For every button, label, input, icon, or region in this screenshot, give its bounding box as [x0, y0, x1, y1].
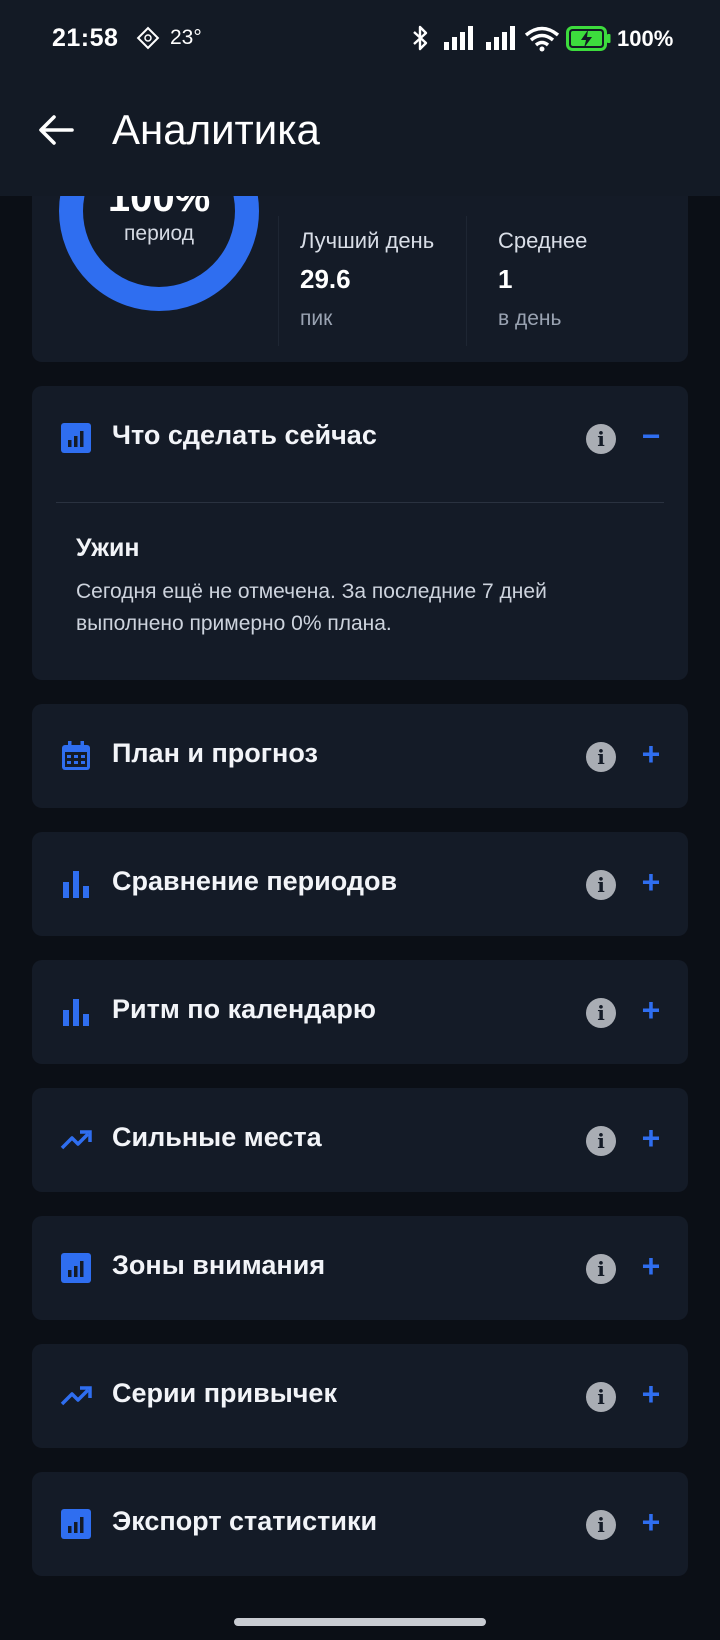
expand-button[interactable]: +	[636, 1502, 666, 1542]
expand-button[interactable]: +	[636, 1374, 666, 1414]
info-icon[interactable]: i	[586, 1382, 616, 1412]
section-title: Серии привычек	[112, 1378, 337, 1408]
trending-up-icon	[60, 1380, 92, 1412]
info-icon[interactable]: i	[586, 870, 616, 900]
section-header[interactable]: Что сделать сейчас i −	[32, 386, 688, 490]
section-card[interactable]: Сравнение периодов i +	[32, 832, 688, 936]
page-title: Аналитика	[112, 106, 320, 153]
battery-icon	[566, 26, 611, 51]
expand-button[interactable]: +	[636, 1246, 666, 1286]
trending-up-icon	[60, 1124, 92, 1156]
average-label: Среднее	[498, 228, 588, 253]
divider	[56, 502, 664, 503]
section-title: Ритм по календарю	[112, 994, 376, 1024]
divider	[278, 216, 279, 346]
section-card[interactable]: Что сделать сейчас i − Ужин Сегодня ещё не о…	[32, 386, 688, 680]
section-card[interactable]: Сильные места i +	[32, 1088, 688, 1192]
back-arrow-icon[interactable]	[36, 110, 76, 150]
analytics-icon	[60, 422, 92, 454]
section-title: Зоны внимания	[112, 1250, 326, 1280]
status-time: 21:58	[52, 24, 119, 52]
recommendation-title: Ужин	[76, 534, 140, 562]
section-card[interactable]: Экспорт статистики i +	[32, 1472, 688, 1576]
average-sub: в день	[498, 307, 562, 330]
status-temperature: 23°	[170, 26, 202, 49]
section-header[interactable]: Сравнение периодов i +	[32, 832, 688, 936]
expand-button[interactable]: +	[636, 862, 666, 902]
expand-button[interactable]: +	[636, 1118, 666, 1158]
section-header[interactable]: План и прогноз i +	[32, 704, 688, 808]
analytics-icon	[60, 1252, 92, 1284]
best-day-sub: пик	[300, 307, 333, 330]
wifi-icon	[524, 26, 560, 52]
section-card[interactable]: Ритм по календарю i +	[32, 960, 688, 1064]
info-icon[interactable]: i	[586, 742, 616, 772]
signal-icon	[486, 26, 515, 50]
signal-icon	[444, 26, 473, 50]
bar-chart-icon	[60, 996, 92, 1028]
bluetooth-icon	[413, 25, 428, 51]
section-header[interactable]: Сильные места i +	[32, 1088, 688, 1192]
section-header[interactable]: Ритм по календарю i +	[32, 960, 688, 1064]
collapse-button[interactable]: −	[636, 416, 666, 456]
expand-button[interactable]: +	[636, 990, 666, 1030]
bar-chart-icon	[60, 868, 92, 900]
expand-button[interactable]: +	[636, 734, 666, 774]
info-icon[interactable]: i	[586, 1254, 616, 1284]
section-title: План и прогноз	[112, 738, 318, 768]
section-title: Что сделать сейчас	[112, 420, 377, 450]
info-icon[interactable]: i	[586, 998, 616, 1028]
best-day-label: Лучший день	[300, 228, 435, 253]
battery-percent: 100%	[617, 26, 674, 51]
info-icon[interactable]: i	[586, 1510, 616, 1540]
best-day-value: 29.6	[300, 264, 351, 294]
donut-label: период	[124, 222, 194, 245]
section-header[interactable]: Серии привычек i +	[32, 1344, 688, 1448]
recommendation-text: Сегодня ещё не отмечена. За последние 7 …	[76, 580, 547, 635]
info-icon[interactable]: i	[586, 424, 616, 454]
app-bar: Аналитика	[0, 100, 720, 170]
section-header[interactable]: Экспорт статистики i +	[32, 1472, 688, 1576]
section-card[interactable]: Зоны внимания i +	[32, 1216, 688, 1320]
section-title: Сравнение периодов	[112, 866, 398, 896]
status-bar: 21:58 23° 100%	[0, 18, 720, 62]
best-day-stat: Лучший день 29.6 пик	[300, 228, 480, 331]
section-card[interactable]: План и прогноз i +	[32, 704, 688, 808]
info-icon[interactable]: i	[586, 1126, 616, 1156]
section-title: Экспорт статистики	[112, 1506, 378, 1536]
top-bar: 21:58 23° 100% Аналитика	[0, 0, 720, 196]
calendar-icon	[60, 740, 92, 772]
section-card[interactable]: Серии привычек i +	[32, 1344, 688, 1448]
section-title: Сильные места	[112, 1122, 322, 1152]
section-header[interactable]: Зоны внимания i +	[32, 1216, 688, 1320]
average-stat: Среднее 1 в день	[498, 228, 678, 331]
home-indicator[interactable]	[234, 1618, 486, 1626]
app-notification-icon	[136, 26, 160, 50]
average-value: 1	[498, 264, 513, 294]
analytics-icon	[60, 1508, 92, 1540]
